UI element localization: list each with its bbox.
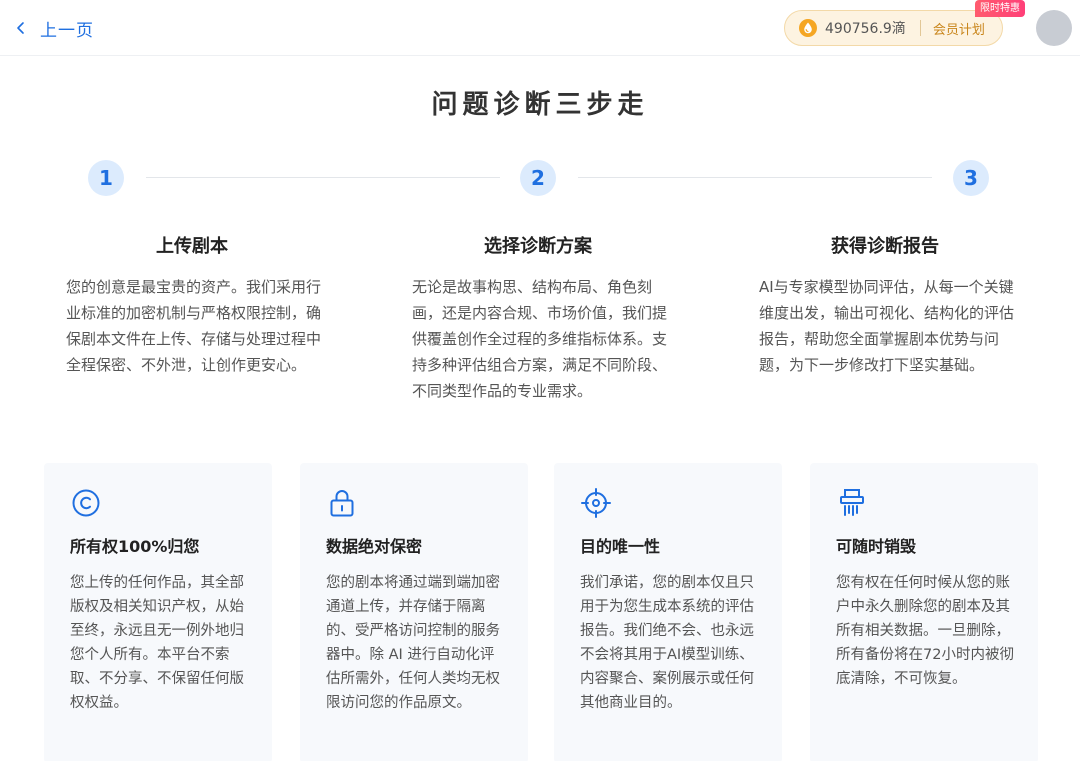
copyright-icon [72,489,100,517]
back-label: 上一页 [40,20,94,41]
avatar[interactable] [1036,10,1072,46]
page-title: 问题诊断三步走 [431,90,649,120]
card-desc: 您的剧本将通过端到端加密通道上传，并存储于隔离的、受严格访问控制的服务器中。除 … [326,575,500,711]
points-value: 490756.9滴 [825,21,906,37]
step-number-1: 1 [88,160,124,196]
card-title: 所有权100%归您 [70,537,200,556]
member-plan-link[interactable]: 会员计划 [933,19,985,38]
back-button[interactable]: 上一页 [14,14,94,42]
limited-offer-badge: 限时特惠 [975,0,1025,17]
card-desc: 我们承诺，您的剧本仅且只用于为您生成本系统的评估报告。我们绝不会、也永远不会将其… [580,575,754,711]
target-icon [581,488,611,518]
drop-icon [799,19,817,37]
step-title-2: 选择诊断方案 [484,236,592,257]
step-number-2: 2 [520,160,556,196]
card-destroy: 可随时销毁 您有权在任何时候从您的账户中永久删除您的剧本及其所有相关数据。一旦删… [810,463,1038,761]
lock-icon [330,490,354,517]
points-divider [919,20,921,36]
points-balance[interactable]: 490756.9滴 会员计划 [784,10,1003,46]
chevron-left-icon [17,22,24,34]
shredder-icon [840,489,864,516]
step-title-1: 上传剧本 [156,236,228,257]
step-number-3: 3 [953,160,989,196]
card-desc: 您上传的任何作品，其全部版权及相关知识产权，从始至终，永远且无一例外地归您个人所… [70,575,244,711]
card-title: 目的唯一性 [580,537,661,556]
card-title: 数据绝对保密 [326,537,423,556]
step-desc-1: 您的创意是最宝贵的资产。我们采用行业标准的加密机制与严格权限控制，确保剧本文件在… [66,278,322,374]
card-ownership: 所有权100%归您 您上传的任何作品，其全部版权及相关知识产权，从始至终，永远且… [44,463,272,761]
step-desc-3: AI与专家模型协同评估，从每一个关键维度出发，输出可视化、结构化的评估报告，帮助… [759,278,1015,374]
step-connector-1 [146,177,500,178]
card-title: 可随时销毁 [836,537,917,556]
step-title-3: 获得诊断报告 [831,236,939,257]
card-confidential: 数据绝对保密 您的剧本将通过端到端加密通道上传，并存储于隔离的、受严格访问控制的… [300,463,528,761]
step-connector-2 [578,177,932,178]
card-purpose: 目的唯一性 我们承诺，您的剧本仅且只用于为您生成本系统的评估报告。我们绝不会、也… [554,463,782,761]
step-desc-2: 无论是故事构思、结构布局、角色刻画，还是内容合规、市场价值，我们提供覆盖创作全过… [412,278,668,400]
top-bar: 上一页 490756.9滴 会员计划 限时特惠 [0,0,1080,56]
card-desc: 您有权在任何时候从您的账户中永久删除您的剧本及其所有相关数据。一旦删除，所有备份… [836,575,1014,687]
